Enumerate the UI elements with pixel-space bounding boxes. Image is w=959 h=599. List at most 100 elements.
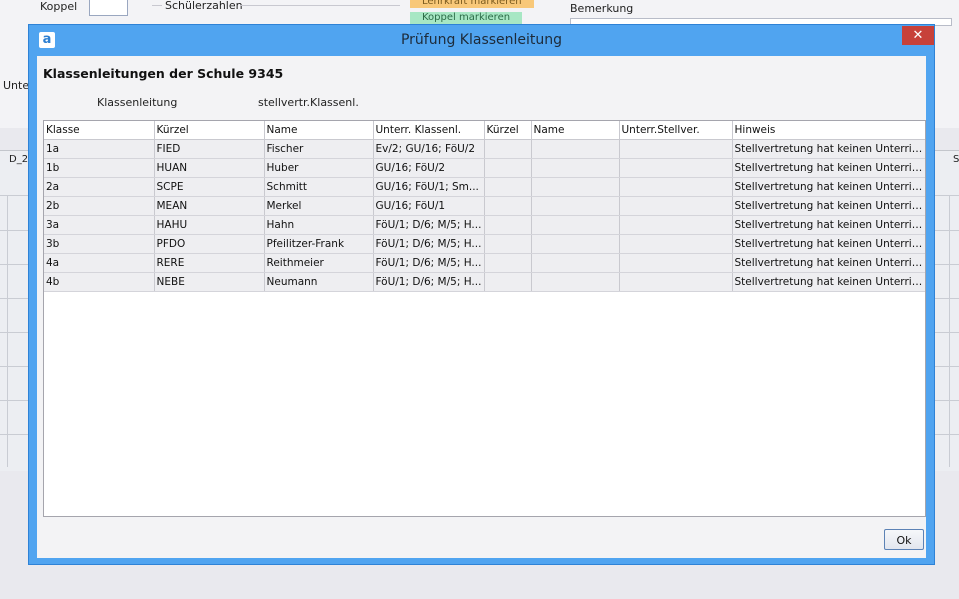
table-row[interactable]: 1a FIED Fischer Ev/2; GU/16; FöU/2 Stellvert… [44, 139, 925, 159]
cell-unterr-stellver [619, 139, 733, 159]
cell-unterr-klassenl: Ev/2; GU/16; FöU/2 [373, 139, 485, 159]
lehrkraft-markieren-tag[interactable]: Lehrkraft markieren [410, 0, 534, 8]
cell-stellv-name [531, 253, 620, 273]
cell-kuerzel: MEAN [154, 196, 265, 216]
table-row[interactable]: 3b PFDO Pfeilitzer-Frank FöU/1; D/6; M/5; H… [44, 234, 925, 254]
table-row[interactable]: 3a HAHU Hahn FöU/1; D/6; M/5; H... Stellvert… [44, 215, 925, 235]
cell-kuerzel: RERE [154, 253, 265, 273]
dialog-content: Klassenleitungen der Schule 9345 Klassen… [37, 56, 926, 558]
cell-klasse: 2a [44, 177, 155, 197]
klassenleitung-group-label: Klassenleitung [97, 96, 178, 109]
table-row[interactable]: 2a SCPE Schmitt GU/16; FöU/1; Sm... Stellver… [44, 177, 925, 197]
table-row[interactable]: 4b NEBE Neumann FöU/1; D/6; M/5; H... Stellv… [44, 272, 925, 292]
grid-line [949, 195, 950, 467]
column-header-name[interactable]: Name [264, 121, 374, 140]
cell-klasse: 1a [44, 139, 155, 159]
cell-kuerzel: PFDO [154, 234, 265, 254]
cell-stellv-kuerzel [484, 196, 532, 216]
cell-stellv-name [531, 215, 620, 235]
column-header-stellv-kuerzel[interactable]: Kürzel [484, 121, 532, 140]
cell-unterr-stellver [619, 215, 733, 235]
cell-hinweis: Stellvertretung hat keinen Unterric... [732, 196, 925, 216]
close-button[interactable]: ✕ [902, 26, 934, 45]
table-row[interactable]: 4a RERE Reithmeier FöU/1; D/6; M/5; H... Ste… [44, 253, 925, 273]
cell-unterr-stellver [619, 158, 733, 178]
column-header-unterr-stellver[interactable]: Unterr.Stellver. [619, 121, 733, 140]
cell-stellv-name [531, 177, 620, 197]
cell-stellv-kuerzel [484, 253, 532, 273]
cell-hinweis: Stellvertretung hat keinen Unterric... [732, 215, 925, 235]
cell-kuerzel: SCPE [154, 177, 265, 197]
cell-kuerzel: HAHU [154, 215, 265, 235]
unterricht-label: Unte [3, 79, 30, 92]
table-row[interactable]: 2b MEAN Merkel GU/16; FöU/1 Stellvertretung … [44, 196, 925, 216]
cell-stellv-name [531, 234, 620, 254]
group-separator [152, 5, 162, 6]
cell-hinweis: Stellvertretung hat keinen Unterric... [732, 139, 925, 159]
cell-name: Schmitt [264, 177, 374, 197]
group-separator [240, 5, 400, 6]
klassenleitung-table[interactable]: Klasse Kürzel Name Unterr. Klassenl. Kür… [43, 120, 926, 517]
cell-klasse: 2b [44, 196, 155, 216]
cell-unterr-klassenl: GU/16; FöU/2 [373, 158, 485, 178]
koppel-label: Koppel [40, 0, 78, 13]
cell-stellv-name [531, 139, 620, 159]
cell-kuerzel: HUAN [154, 158, 265, 178]
cell-stellv-kuerzel [484, 215, 532, 235]
cell-unterr-stellver [619, 253, 733, 273]
grid-line [7, 195, 8, 467]
cell-hinweis: Stellvertretung hat keinen Unterric... [732, 158, 925, 178]
dialog-titlebar[interactable]: a Prüfung Klassenleitung ✕ [29, 25, 934, 55]
cell-klasse: 4b [44, 272, 155, 292]
page-title: Klassenleitungen der Schule 9345 [43, 66, 284, 81]
column-header-klasse[interactable]: Klasse [44, 121, 155, 140]
cell-hinweis: Stellvertretung hat keinen Unterric... [732, 177, 925, 197]
cell-unterr-stellver [619, 177, 733, 197]
cell-name: Reithmeier [264, 253, 374, 273]
cell-unterr-stellver [619, 234, 733, 254]
cell-stellv-name [531, 196, 620, 216]
stellvertreter-group-label: stellvertr.Klassenl. [258, 96, 359, 109]
cell-stellv-name [531, 272, 620, 292]
table-row[interactable]: 1b HUAN Huber GU/16; FöU/2 Stellvertretung h… [44, 158, 925, 178]
cell-unterr-klassenl: FöU/1; D/6; M/5; H... [373, 253, 485, 273]
cell-klasse: 1b [44, 158, 155, 178]
cell-name: Merkel [264, 196, 374, 216]
cell-hinweis: Stellvertretung hat keinen Unterric... [732, 253, 925, 273]
cell-kuerzel: NEBE [154, 272, 265, 292]
cell-name: Pfeilitzer-Frank [264, 234, 374, 254]
bemerkung-label: Bemerkung [570, 2, 634, 15]
ok-button[interactable]: Ok [884, 529, 924, 550]
pruefung-klassenleitung-dialog: a Prüfung Klassenleitung ✕ Klassenleitun… [28, 24, 935, 565]
cell-name: Huber [264, 158, 374, 178]
koppel-input[interactable] [89, 0, 128, 16]
cell-stellv-kuerzel [484, 234, 532, 254]
column-header-kuerzel[interactable]: Kürzel [154, 121, 265, 140]
column-header-stellv-name[interactable]: Name [531, 121, 620, 140]
cell-unterr-klassenl: FöU/1; D/6; M/5; H... [373, 272, 485, 292]
grid-column-label: S [953, 154, 959, 165]
cell-unterr-klassenl: GU/16; FöU/1; Sm... [373, 177, 485, 197]
table-header-row: Klasse Kürzel Name Unterr. Klassenl. Kür… [44, 121, 925, 140]
column-header-hinweis[interactable]: Hinweis [732, 121, 925, 140]
cell-stellv-kuerzel [484, 139, 532, 159]
column-header-unterr-klassenl[interactable]: Unterr. Klassenl. [373, 121, 485, 140]
cell-unterr-klassenl: GU/16; FöU/1 [373, 196, 485, 216]
cell-hinweis: Stellvertretung hat keinen Unterric... [732, 272, 925, 292]
grid-column-label: D_2 [9, 154, 29, 165]
koppel-markieren-tag[interactable]: Koppel markieren [410, 12, 523, 24]
close-icon: ✕ [912, 28, 924, 43]
cell-kuerzel: FIED [154, 139, 265, 159]
cell-stellv-kuerzel [484, 158, 532, 178]
schuelerzahlen-label: Schülerzahlen [165, 0, 243, 12]
cell-klasse: 3b [44, 234, 155, 254]
cell-unterr-klassenl: FöU/1; D/6; M/5; H... [373, 234, 485, 254]
cell-unterr-stellver [619, 196, 733, 216]
cell-unterr-klassenl: FöU/1; D/6; M/5; H... [373, 215, 485, 235]
cell-name: Hahn [264, 215, 374, 235]
cell-stellv-name [531, 158, 620, 178]
cell-name: Neumann [264, 272, 374, 292]
cell-unterr-stellver [619, 272, 733, 292]
cell-stellv-kuerzel [484, 177, 532, 197]
cell-name: Fischer [264, 139, 374, 159]
